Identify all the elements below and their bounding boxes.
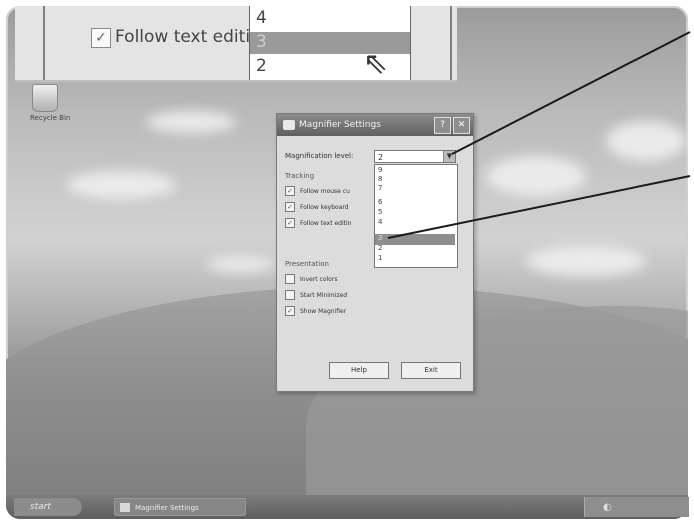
- tracking-group: Tracking ✓ Follow mouse cu ✓ Follow keyb…: [285, 172, 385, 228]
- checkbox-checked-icon[interactable]: ✓: [285, 202, 295, 212]
- option-label: Show Magnifier: [300, 307, 347, 315]
- magnification-select[interactable]: 2 ▼: [374, 150, 456, 163]
- cloud: [206, 256, 276, 272]
- taskbar: start Magnifier Settings ◐: [6, 495, 689, 519]
- recycle-bin-label: Recycle Bin: [30, 114, 71, 122]
- follow-text-editing-label: Follow text editin: [115, 27, 261, 47]
- magnification-label: Magnification level:: [285, 152, 354, 160]
- checkbox-checked-icon[interactable]: ✓: [91, 28, 111, 48]
- divider: [450, 6, 452, 80]
- cloud: [146, 111, 236, 133]
- speaker-icon[interactable]: ◐: [603, 502, 612, 513]
- option-label: Start Minimized: [300, 291, 348, 299]
- list-option-2[interactable]: 2: [256, 56, 267, 76]
- option-label: Follow mouse cu: [300, 187, 350, 195]
- system-tray: ◐: [584, 497, 689, 517]
- presentation-option[interactable]: Start Minimized: [285, 290, 385, 300]
- start-button[interactable]: start: [14, 498, 82, 516]
- divider: [43, 6, 45, 80]
- presentation-group: Presentation Invert colors Start Minimiz…: [285, 260, 385, 316]
- taskbar-item-magnifier-settings[interactable]: Magnifier Settings: [114, 498, 246, 516]
- magnification-dropdown-list: 9 8 7 6 5 4 3 2 1: [374, 164, 458, 268]
- cloud: [606, 121, 686, 161]
- presentation-option[interactable]: ✓ Show Magnifier: [285, 306, 385, 316]
- checkbox-unchecked-icon[interactable]: [285, 274, 295, 284]
- presentation-option[interactable]: Invert colors: [285, 274, 385, 284]
- recycle-bin-icon: [32, 84, 58, 112]
- dialog-title: Magnifier Settings: [299, 120, 381, 130]
- checkbox-checked-icon[interactable]: ✓: [285, 218, 295, 228]
- tracking-option[interactable]: ✓ Follow mouse cu: [285, 186, 385, 196]
- magnifier-app-icon: [120, 503, 130, 512]
- presentation-title: Presentation: [285, 260, 329, 268]
- cloud: [526, 246, 646, 276]
- checkbox-checked-icon[interactable]: ✓: [285, 306, 295, 316]
- title-bar[interactable]: Magnifier Settings ? ✕: [277, 114, 473, 136]
- tracking-title: Tracking: [285, 172, 315, 180]
- magnifier-settings-dialog: Magnifier Settings ? ✕ Magnification lev…: [276, 113, 474, 392]
- list-option-4[interactable]: 4: [256, 8, 267, 28]
- magnification-value: 2: [378, 153, 384, 162]
- taskbar-item-label: Magnifier Settings: [135, 504, 199, 512]
- cloud: [66, 171, 176, 199]
- tracking-option[interactable]: ✓ Follow text editin: [285, 218, 385, 228]
- mouse-cursor-icon: ⇖: [363, 46, 389, 81]
- chevron-down-icon[interactable]: ▼: [443, 151, 455, 162]
- help-icon[interactable]: ?: [434, 117, 451, 134]
- option-label: Invert colors: [300, 275, 338, 283]
- close-icon[interactable]: ✕: [453, 117, 470, 134]
- help-button[interactable]: Help: [329, 362, 389, 379]
- dropdown-option[interactable]: 2: [378, 244, 382, 252]
- option-label: Follow text editin: [300, 219, 352, 227]
- option-label: Follow keyboard: [300, 203, 349, 211]
- zoom-callout: ✓ Follow text editin 4 3 2 ⇖: [15, 6, 457, 82]
- cloud: [486, 156, 586, 196]
- checkbox-checked-icon[interactable]: ✓: [285, 186, 295, 196]
- checkbox-unchecked-icon[interactable]: [285, 290, 295, 300]
- exit-button[interactable]: Exit: [401, 362, 461, 379]
- tracking-option[interactable]: ✓ Follow keyboard: [285, 202, 385, 212]
- dropdown-option-selected[interactable]: 3: [375, 234, 455, 245]
- magnifier-app-icon: [283, 120, 295, 130]
- recycle-bin[interactable]: Recycle Bin: [30, 84, 70, 122]
